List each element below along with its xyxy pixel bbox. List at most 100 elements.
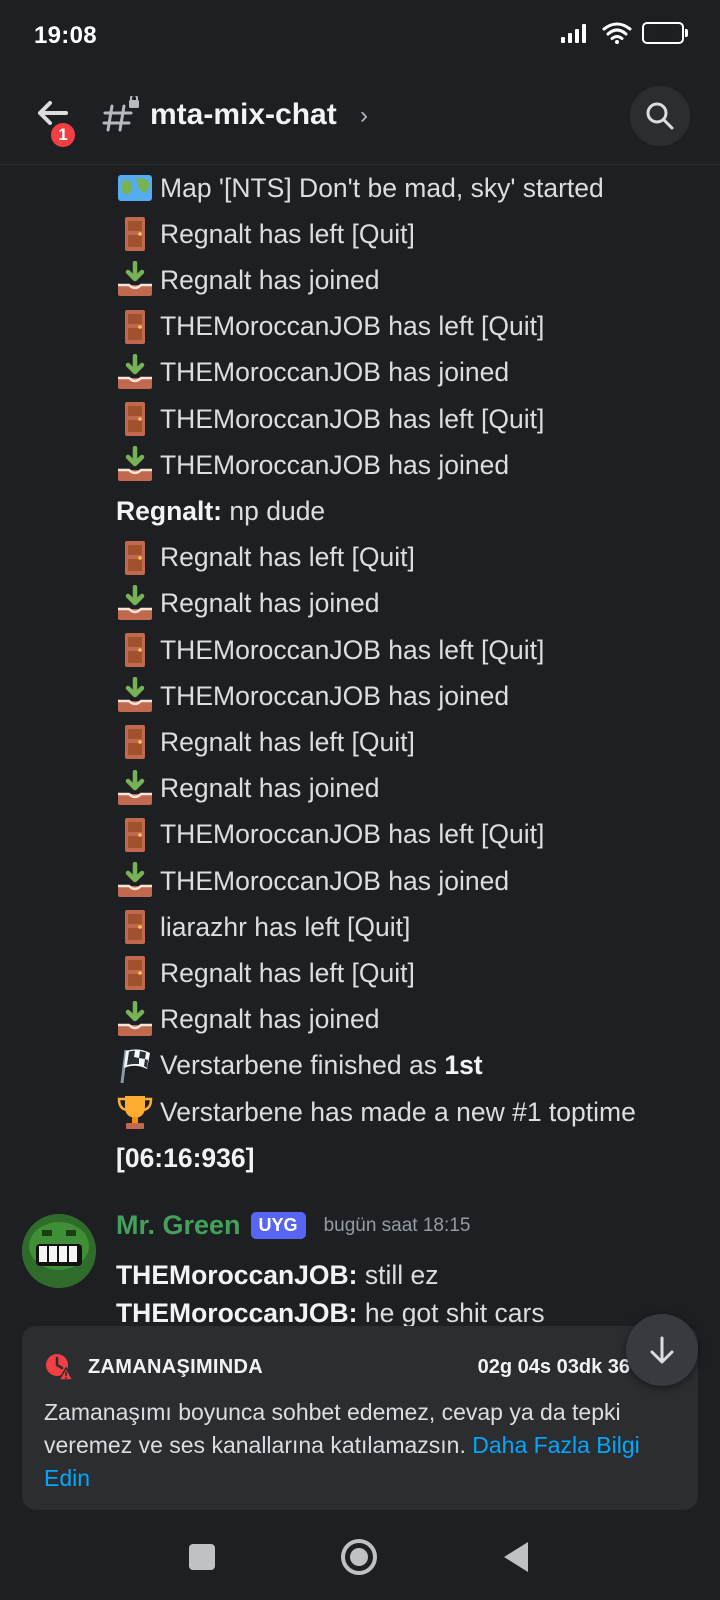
chat-message: THEMoroccanJOB has left [Quit] [116,812,696,858]
signal-icon [561,24,586,43]
message-user: THEMoroccanJOB: [116,1259,358,1290]
timeout-description: Zamanaşımı boyunca sohbet edemez, cevap … [44,1396,674,1495]
message-text: Regnalt has left [Quit] [160,542,415,573]
battery-icon: 76 [642,22,688,44]
message-bold-text: 1st [444,1050,483,1081]
inbox-icon [116,862,154,900]
inbox-icon [116,1000,154,1039]
message-text: Regnalt has left [Quit] [160,957,415,988]
inbox-icon [116,769,154,808]
triangle-back-icon[interactable] [500,1538,534,1576]
trophy-icon [116,1093,154,1131]
inbox-icon [116,584,154,623]
app-tag-badge: UYG [250,1212,306,1239]
door-icon [116,954,154,992]
channel-header: 1 mta-mix-chat › [0,72,720,165]
chat-message: THEMoroccanJOB has joined [116,442,696,488]
chevron-right-icon: › [360,102,368,129]
message-text: THEMoroccanJOB has left [Quit] [160,634,545,665]
message-text: THEMoroccanJOB has joined [160,865,510,896]
author-name[interactable]: Mr. Green [116,1210,241,1241]
message-text: THEMoroccanJOB has left [Quit] [160,311,545,342]
timeout-notice: ZAMANAŞIMINDA 02g 04s 03dk 36 Zamanaşımı… [22,1326,698,1510]
circle-home-icon[interactable] [340,1538,378,1576]
message-text: Regnalt has left [Quit] [160,218,415,249]
chat-message: THEMoroccanJOB has joined [116,673,696,719]
search-button[interactable] [630,86,690,146]
chat-message: Regnalt: np dude [116,488,696,534]
chat-message: THEMoroccanJOB has left [Quit] [116,627,696,673]
door-icon [116,308,154,346]
timeout-title: ZAMANAŞIMINDA [88,1355,263,1378]
door-icon [116,723,154,761]
chat-message: Regnalt has left [Quit] [116,950,696,996]
message-feed[interactable]: Map '[NTS] Don't be mad, sky' started Reg… [0,165,720,1325]
locked-text-channel-icon [102,96,139,132]
chat-message: Verstarbene has made a new #1 toptime [116,1089,696,1135]
chat-message: THEMoroccanJOB has left [Quit] [116,304,696,350]
wifi-icon [602,22,632,44]
unread-badge: 1 [48,120,78,150]
message-text: Regnalt has left [Quit] [160,726,415,757]
message-text: Verstarbene has made a new #1 toptime [160,1096,636,1127]
message-text: THEMoroccanJOB has joined [160,680,510,711]
chat-message: THEMoroccanJOB has left [Quit] [116,396,696,442]
jump-to-bottom-button[interactable] [626,1314,698,1386]
search-icon [646,102,674,130]
chat-message: Regnalt has left [Quit] [116,535,696,581]
message-text: he got shit cars [364,1298,545,1328]
message-text: THEMoroccanJOB has joined [160,357,510,388]
timeout-clock-icon [46,1354,74,1381]
inbox-icon [116,261,154,299]
message-user: THEMoroccanJOB: [116,1298,358,1328]
inbox-icon [116,677,154,715]
chat-message: Regnalt has joined [116,257,696,303]
chat-message: Regnalt has left [Quit] [116,211,696,257]
chat-message: [06:16:936] [116,1135,696,1181]
chat-message: THEMoroccanJOB has joined [116,350,696,396]
chat-message: Regnalt has joined [116,766,696,812]
system-nav-bar [0,1520,720,1600]
message-text: THEMoroccanJOB has left [Quit] [160,819,545,850]
message-timestamp: bugün saat 18:15 [323,1214,471,1236]
avatar[interactable] [22,1214,96,1288]
message-text: liarazhr has left [Quit] [160,911,411,942]
chat-message: Regnalt has joined [116,581,696,627]
message-author-row: Mr. Green UYG bugün saat 18:15 [116,1210,470,1241]
door-icon [116,539,154,577]
message-text: THEMoroccanJOB has joined [160,449,510,480]
message-text: THEMoroccanJOB has left [Quit] [160,403,545,434]
chat-message: THEMoroccanJOB: he got shit cars [116,1298,696,1328]
status-icons: 76 [560,22,688,44]
message-text: Regnalt has joined [160,264,380,295]
status-clock: 19:08 [34,22,97,49]
message-text: still ez [364,1259,439,1290]
chat-message: Map '[NTS] Don't be mad, sky' started [116,165,696,211]
message-user: Regnalt: [116,495,222,526]
chat-message: Regnalt has joined [116,997,696,1043]
message-text: Verstarbene finished as [160,1050,445,1081]
chat-message: liarazhr has left [Quit] [116,904,696,950]
channel-name[interactable]: mta-mix-chat [150,98,337,132]
message-bold-text: [06:16:936] [116,1142,255,1173]
message-text: Map '[NTS] Don't be mad, sky' started [160,172,604,203]
message-text: Regnalt has joined [160,588,380,619]
status-bar: 19:08 76 [0,0,720,72]
battery-percent: 76 [655,25,671,41]
inbox-icon [116,446,154,484]
message-text: np dude [229,495,326,526]
chat-message: THEMoroccanJOB: still ez [116,1252,696,1298]
door-icon [116,215,154,253]
door-icon [116,816,154,854]
door-icon [116,631,154,669]
chat-message: THEMoroccanJOB has joined [116,858,696,904]
inbox-icon [116,353,154,392]
chat-message: Verstarbene finished as 1st [116,1043,696,1089]
door-icon [116,400,154,438]
message-text: Regnalt has joined [160,1004,380,1035]
square-icon[interactable] [189,1544,215,1570]
message-text: Regnalt has joined [160,773,380,804]
green-grin-avatar-icon [22,1214,96,1288]
door-icon [116,908,154,946]
timeout-notice-header: ZAMANAŞIMINDA 02g 04s 03dk 36 [44,1350,674,1384]
